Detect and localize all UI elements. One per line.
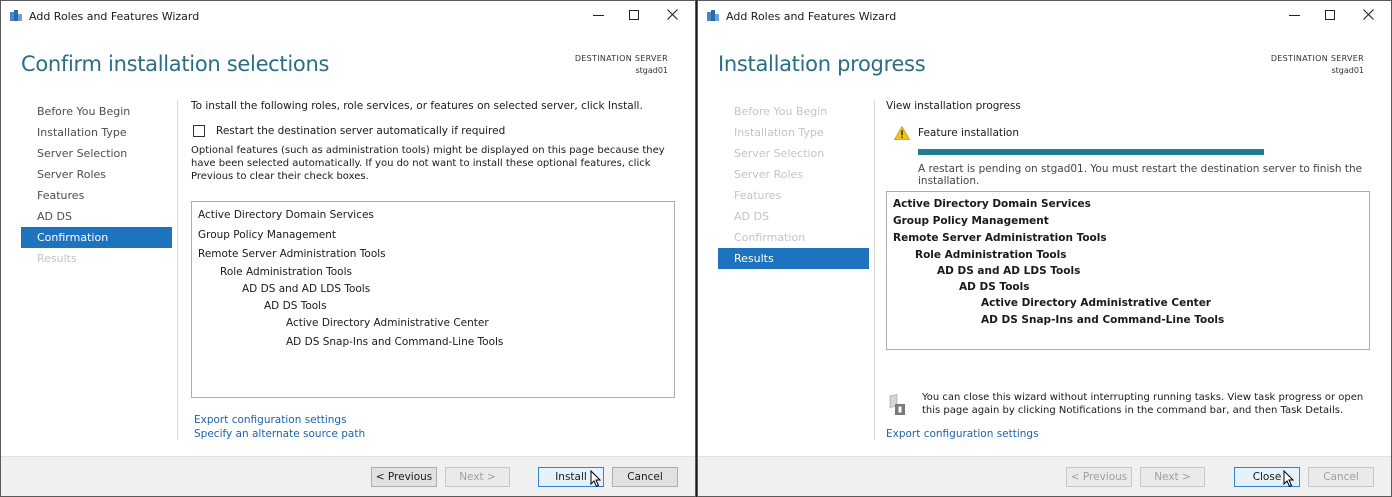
restart-checkbox[interactable] xyxy=(193,125,205,137)
close-icon xyxy=(666,9,678,20)
list-item: Role Administration Tools xyxy=(915,249,1067,261)
list-item: Role Administration Tools xyxy=(220,266,352,278)
installation-progress-bar xyxy=(918,149,1264,155)
notice-text: You can close this wizard without interr… xyxy=(922,392,1364,416)
destination-server-label: DESTINATION SERVER xyxy=(1270,54,1364,63)
nav-divider xyxy=(177,100,178,440)
warning-icon xyxy=(894,126,910,140)
feature-list[interactable]: Active Directory Domain Services Group P… xyxy=(191,201,675,398)
destination-server-name: stgad01 xyxy=(635,66,668,75)
close-icon xyxy=(1362,9,1374,20)
previous-button: < Previous xyxy=(1066,467,1132,487)
minimize-icon xyxy=(592,14,604,16)
nav-item-features: Features xyxy=(734,189,782,202)
title-bar[interactable]: Add Roles and Features Wizard xyxy=(698,1,1391,31)
title-bar[interactable]: Add Roles and Features Wizard xyxy=(1,1,695,31)
nav-item-features[interactable]: Features xyxy=(21,185,172,206)
nav-item-before-you-begin: Before You Begin xyxy=(734,105,828,118)
nav-item-confirmation[interactable]: Confirmation xyxy=(21,227,172,248)
optional-features-note: Optional features (such as administratio… xyxy=(191,145,665,182)
wizard-window-progress: Add Roles and Features Wizard Installati… xyxy=(697,0,1392,497)
maximize-button[interactable] xyxy=(619,5,649,27)
destination-server-info: DESTINATION SERVER stgad01 xyxy=(1271,53,1364,77)
destination-server-info: DESTINATION SERVER stgad01 xyxy=(575,53,668,77)
wizard-footer: < Previous Next > Close Cancel xyxy=(698,456,1391,496)
nav-item-server-roles: Server Roles xyxy=(734,168,804,181)
list-item: Active Directory Domain Services xyxy=(893,198,1091,210)
close-window-button[interactable] xyxy=(657,5,687,27)
next-button: Next > xyxy=(445,467,510,487)
nav-item-confirmation: Confirmation xyxy=(734,231,806,244)
export-configuration-link[interactable]: Export configuration settings xyxy=(886,427,1039,441)
feature-installation-label: Feature installation xyxy=(918,127,1019,139)
nav-item-server-roles[interactable]: Server Roles xyxy=(21,164,172,185)
cancel-button: Cancel xyxy=(1308,467,1374,487)
list-item: Group Policy Management xyxy=(893,215,1049,227)
nav-item-installation-type[interactable]: Installation Type xyxy=(21,122,172,143)
list-item: Active Directory Domain Services xyxy=(198,209,374,221)
minimize-button[interactable] xyxy=(583,5,613,27)
server-manager-icon xyxy=(10,10,22,21)
view-progress-label: View installation progress xyxy=(886,100,1021,112)
list-item: Active Directory Administrative Center xyxy=(286,317,489,329)
page-title: Confirm installation selections xyxy=(21,52,330,76)
window-title: Add Roles and Features Wizard xyxy=(29,10,200,23)
wizard-window-confirm: Add Roles and Features Wizard Confirm in… xyxy=(0,0,696,497)
destination-server-name: stgad01 xyxy=(1331,66,1364,75)
list-item: AD DS Tools xyxy=(264,300,327,312)
destination-server-label: DESTINATION SERVER xyxy=(574,54,668,63)
wizard-nav: Before You Begin Installation Type Serve… xyxy=(718,101,869,269)
restart-pending-note: A restart is pending on stgad01. You mus… xyxy=(918,163,1363,187)
link-group: Export configuration settings Specify an… xyxy=(194,413,365,441)
list-item: Group Policy Management xyxy=(198,229,337,241)
maximize-icon xyxy=(629,9,639,20)
list-item: AD DS Tools xyxy=(959,281,1030,293)
export-configuration-link[interactable]: Export configuration settings xyxy=(194,413,365,427)
wizard-footer: < Previous Next > Install Cancel xyxy=(1,456,695,496)
nav-item-results[interactable]: Results xyxy=(718,248,869,269)
nav-item-results: Results xyxy=(37,252,77,265)
list-item: AD DS and AD LDS Tools xyxy=(242,283,371,295)
minimize-button[interactable] xyxy=(1279,5,1309,27)
maximize-button[interactable] xyxy=(1315,5,1345,27)
nav-item-ad-ds[interactable]: AD DS xyxy=(21,206,172,227)
notification-flag-icon xyxy=(889,394,905,415)
feature-list[interactable]: Active Directory Domain Services Group P… xyxy=(886,191,1370,350)
cancel-button[interactable]: Cancel xyxy=(612,467,678,487)
progress-content: View installation progress Feature insta… xyxy=(886,100,1371,187)
server-manager-icon xyxy=(707,10,719,21)
restart-checkbox-row[interactable]: Restart the destination server automatic… xyxy=(193,125,675,137)
window-title: Add Roles and Features Wizard xyxy=(726,10,897,23)
list-item: Remote Server Administration Tools xyxy=(198,248,386,260)
list-item: AD DS Snap-Ins and Command-Line Tools xyxy=(981,314,1225,326)
alternate-source-link[interactable]: Specify an alternate source path xyxy=(194,427,365,441)
page-title: Installation progress xyxy=(718,52,926,76)
nav-item-installation-type: Installation Type xyxy=(734,126,824,139)
list-item: AD DS Snap-Ins and Command-Line Tools xyxy=(286,336,504,348)
mouse-cursor-icon xyxy=(590,470,602,488)
list-item: Remote Server Administration Tools xyxy=(893,232,1107,244)
confirmation-content: To install the following roles, role ser… xyxy=(191,100,675,183)
nav-divider xyxy=(874,100,875,440)
wizard-notice: You can close this wizard without interr… xyxy=(888,391,1368,417)
mouse-cursor-icon xyxy=(1283,470,1295,488)
intro-text: To install the following roles, role ser… xyxy=(191,100,643,112)
nav-item-server-selection[interactable]: Server Selection xyxy=(21,143,172,164)
installation-progress-fill xyxy=(918,149,1264,155)
restart-checkbox-label[interactable]: Restart the destination server automatic… xyxy=(216,125,505,137)
list-item: AD DS and AD LDS Tools xyxy=(937,265,1081,277)
previous-button[interactable]: < Previous xyxy=(371,467,437,487)
nav-item-ad-ds: AD DS xyxy=(734,210,769,223)
wizard-nav: Before You Begin Installation Type Serve… xyxy=(21,101,172,269)
minimize-icon xyxy=(1288,14,1300,16)
next-button: Next > xyxy=(1140,467,1205,487)
nav-item-server-selection: Server Selection xyxy=(734,147,825,160)
feature-installation-row: Feature installation xyxy=(894,126,1371,140)
maximize-icon xyxy=(1325,9,1335,20)
nav-item-before-you-begin[interactable]: Before You Begin xyxy=(21,101,172,122)
close-window-button[interactable] xyxy=(1353,5,1383,27)
list-item: Active Directory Administrative Center xyxy=(981,297,1211,309)
